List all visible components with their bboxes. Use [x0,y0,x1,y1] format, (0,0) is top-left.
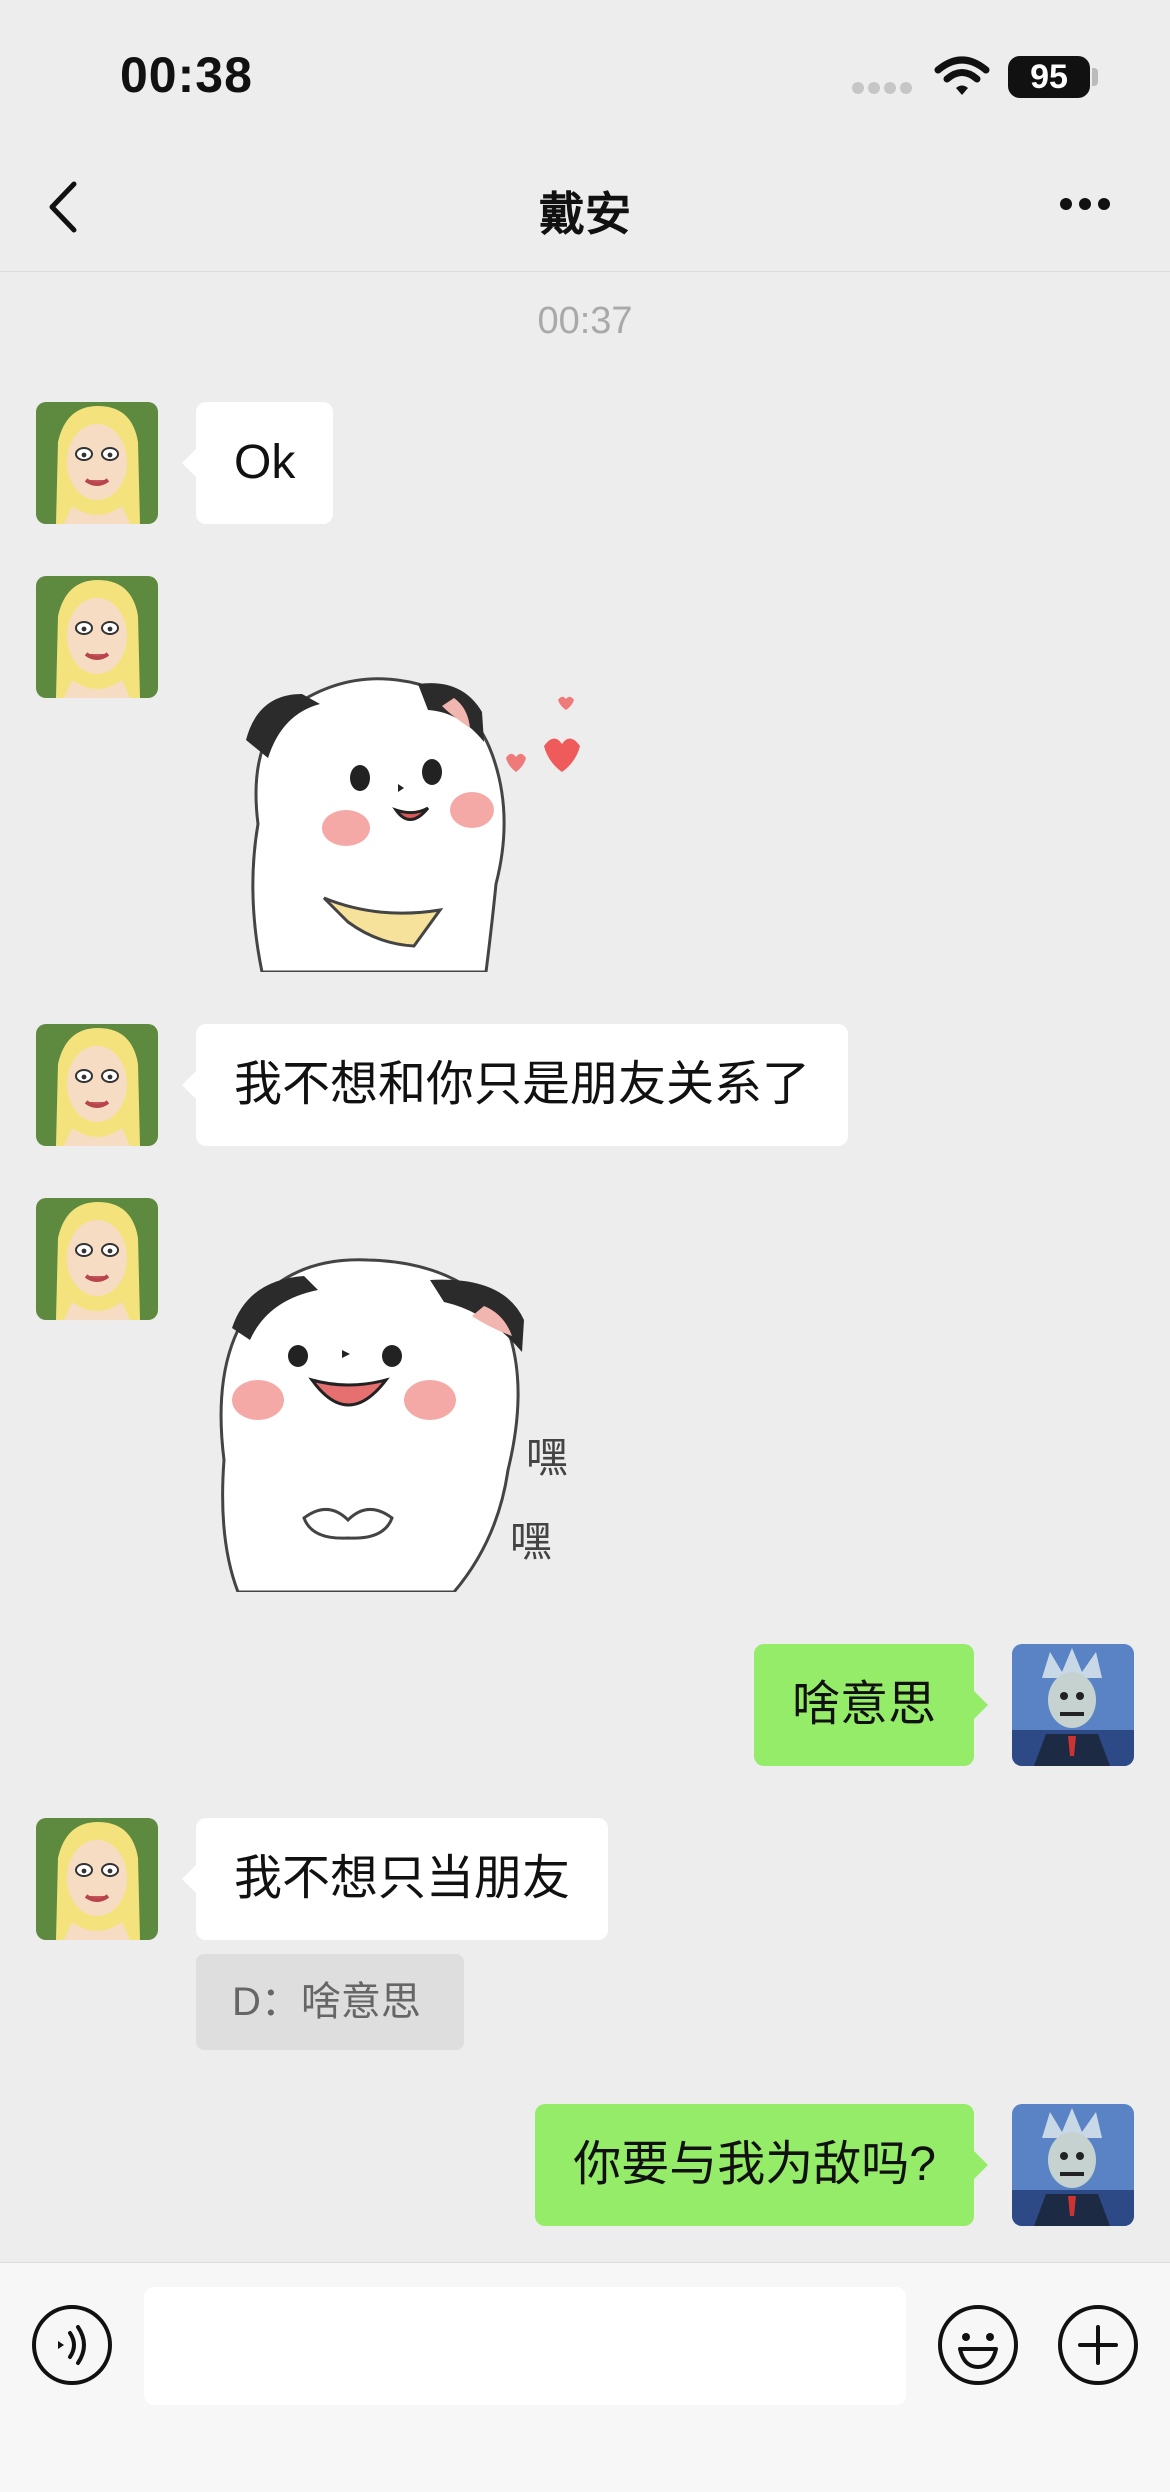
contact-avatar[interactable] [36,1818,158,1940]
contact-avatar[interactable] [36,402,158,524]
voice-icon[interactable] [30,2303,114,2387]
battery-nub [1092,68,1098,86]
chat-title: 戴安 [539,188,631,240]
plus-icon[interactable] [1056,2303,1140,2387]
battery-indicator: 95 [1008,56,1090,98]
contact-avatar[interactable] [36,576,158,698]
contact-avatar[interactable] [36,1198,158,1320]
chat-header: 戴安 [0,150,1170,272]
status-bar: 00:38 95 [0,0,1170,150]
sticker-text: 嘿 [526,1433,568,1482]
message-input[interactable] [144,2287,906,2405]
outgoing-message-bubble[interactable]: 你要与我为敌吗? [535,2104,988,2226]
quoted-reply[interactable]: D：啥意思 [196,1954,464,2050]
puppy-hearts-sticker[interactable] [228,654,598,972]
incoming-message-bubble[interactable]: Ok [181,402,334,524]
outgoing-message-bubble[interactable]: 啥意思 [753,1644,989,1766]
wifi-icon [934,56,990,95]
input-bar [0,2262,1170,2492]
status-time: 00:38 [120,47,253,103]
contact-avatar[interactable] [36,1024,158,1146]
my-avatar[interactable] [1012,1644,1134,1766]
incoming-message-bubble[interactable]: 我不想只当朋友 [181,1818,609,1940]
puppy-laughing-sticker[interactable]: 嘿 嘿 [208,1240,592,1592]
message-timestamp: 00:37 [537,300,633,342]
my-avatar[interactable] [1012,2104,1134,2226]
more-dots-icon[interactable] [1052,184,1118,224]
cellular-signal-icon [852,82,914,94]
emoji-icon[interactable] [936,2303,1020,2387]
sticker-text: 嘿 [510,1517,552,1566]
incoming-message-bubble[interactable]: 我不想和你只是朋友关系了 [181,1024,849,1146]
